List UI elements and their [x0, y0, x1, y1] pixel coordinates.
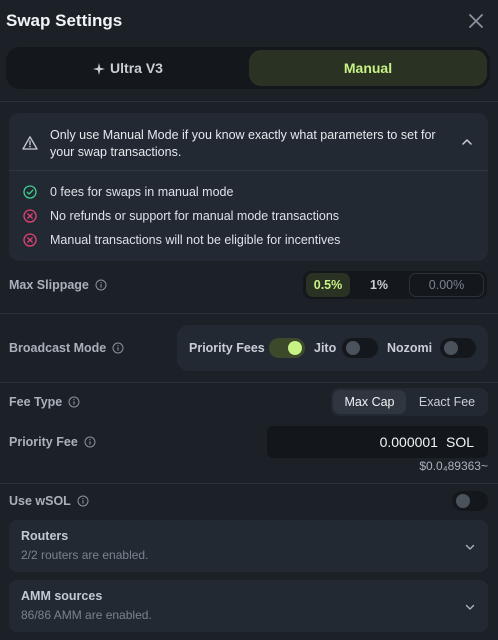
- divider: [0, 483, 498, 484]
- jito-toggle[interactable]: [342, 338, 378, 358]
- priority-fee-label-text: Priority Fee: [9, 435, 78, 449]
- nozomi-toggle[interactable]: [440, 338, 476, 358]
- chevron-up-icon[interactable]: [460, 135, 474, 149]
- broadcast-mode-label: Broadcast Mode: [9, 341, 124, 355]
- amm-sources-card[interactable]: AMM sources 86/86 AMM are enabled.: [9, 580, 488, 632]
- chevron-down-icon[interactable]: [464, 540, 476, 552]
- close-icon[interactable]: [466, 11, 486, 31]
- toggle-knob: [288, 341, 302, 355]
- priority-fees-label: Priority Fees: [189, 341, 265, 355]
- toggle-knob: [444, 341, 458, 355]
- custom-slippage-input[interactable]: 0.00%: [409, 273, 484, 297]
- note-text: Manual transactions will not be eligible…: [50, 233, 341, 247]
- use-wsol-label-text: Use wSOL: [9, 494, 71, 508]
- fee-type-label-text: Fee Type: [9, 395, 63, 409]
- fee-type-label: Fee Type: [9, 395, 80, 409]
- slippage-option-0-5[interactable]: 0.5%: [306, 273, 350, 297]
- x-circle-icon: [23, 209, 37, 223]
- routers-subtitle: 2/2 routers are enabled.: [21, 548, 149, 562]
- mode-switcher: Ultra V3 Manual: [6, 47, 490, 89]
- tab-manual[interactable]: Manual: [249, 50, 487, 86]
- chevron-down-icon[interactable]: [464, 600, 476, 612]
- max-slippage-label-text: Max Slippage: [9, 278, 89, 292]
- info-icon[interactable]: [77, 495, 89, 507]
- tab-ultra-v3-label: Ultra V3: [110, 60, 163, 76]
- amm-sources-subtitle: 86/86 AMM are enabled.: [21, 608, 152, 622]
- slippage-option-1[interactable]: 1%: [357, 273, 401, 297]
- amm-sources-title: AMM sources: [21, 589, 103, 603]
- divider: [0, 313, 498, 314]
- fee-type-max-cap[interactable]: Max Cap: [333, 390, 406, 414]
- broadcast-mode-label-text: Broadcast Mode: [9, 341, 107, 355]
- page-title: Swap Settings: [6, 11, 123, 30]
- priority-fee-unit: SOL: [445, 434, 474, 450]
- tab-ultra-v3[interactable]: Ultra V3: [10, 50, 246, 86]
- routers-title: Routers: [21, 529, 69, 543]
- priority-fee-label: Priority Fee: [9, 435, 96, 449]
- broadcast-mode-panel: Priority Fees Jito Nozomi: [177, 325, 488, 371]
- info-icon[interactable]: [112, 342, 124, 354]
- warning-text: Only use Manual Mode if you know exactly…: [50, 128, 436, 159]
- check-circle-icon: [23, 185, 37, 199]
- max-slippage-label: Max Slippage: [9, 278, 107, 292]
- jito-label: Jito: [314, 341, 337, 355]
- priority-fee-usd: $0.0₄89363~: [419, 459, 488, 473]
- info-icon[interactable]: [95, 279, 107, 291]
- warning-triangle-icon: [22, 135, 38, 151]
- manual-mode-warning: Only use Manual Mode if you know exactly…: [9, 113, 488, 261]
- fee-type-selector: Max Cap Exact Fee: [331, 388, 488, 416]
- slippage-selector: 0.5% 1% 0.00%: [303, 271, 487, 299]
- warning-header: Only use Manual Mode if you know exactly…: [9, 113, 488, 171]
- note-item: 0 fees for swaps in manual mode: [23, 183, 233, 201]
- priority-fee-input[interactable]: 0.000001 SOL: [267, 426, 488, 458]
- nozomi-label: Nozomi: [387, 341, 433, 355]
- info-icon[interactable]: [68, 396, 80, 408]
- toggle-knob: [346, 341, 360, 355]
- priority-fee-value: 0.000001: [379, 434, 438, 450]
- routers-card[interactable]: Routers 2/2 routers are enabled.: [9, 520, 488, 572]
- note-text: No refunds or support for manual mode tr…: [50, 209, 340, 223]
- divider: [0, 382, 498, 383]
- sparkle-icon: [93, 62, 106, 75]
- priority-fees-toggle[interactable]: [269, 338, 305, 358]
- use-wsol-label: Use wSOL: [9, 494, 89, 508]
- x-circle-icon: [23, 233, 37, 247]
- note-text: 0 fees for swaps in manual mode: [50, 185, 234, 199]
- toggle-knob: [456, 494, 470, 508]
- fee-type-exact-fee[interactable]: Exact Fee: [409, 390, 485, 414]
- tab-manual-label: Manual: [343, 60, 393, 76]
- use-wsol-toggle[interactable]: [452, 491, 488, 511]
- divider: [0, 101, 498, 102]
- note-item: Manual transactions will not be eligible…: [23, 231, 340, 249]
- info-icon[interactable]: [84, 436, 96, 448]
- note-item: No refunds or support for manual mode tr…: [23, 207, 339, 225]
